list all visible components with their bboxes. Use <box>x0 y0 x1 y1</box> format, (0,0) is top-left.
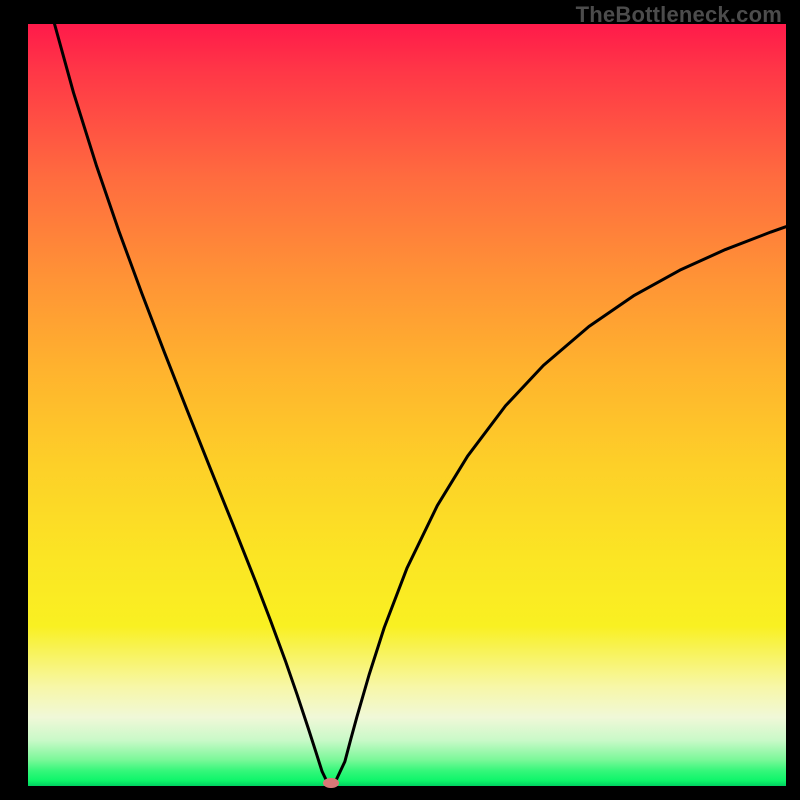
watermark-text: TheBottleneck.com <box>576 2 782 28</box>
bottleneck-curve <box>0 0 800 800</box>
chart-container: TheBottleneck.com <box>0 0 800 800</box>
